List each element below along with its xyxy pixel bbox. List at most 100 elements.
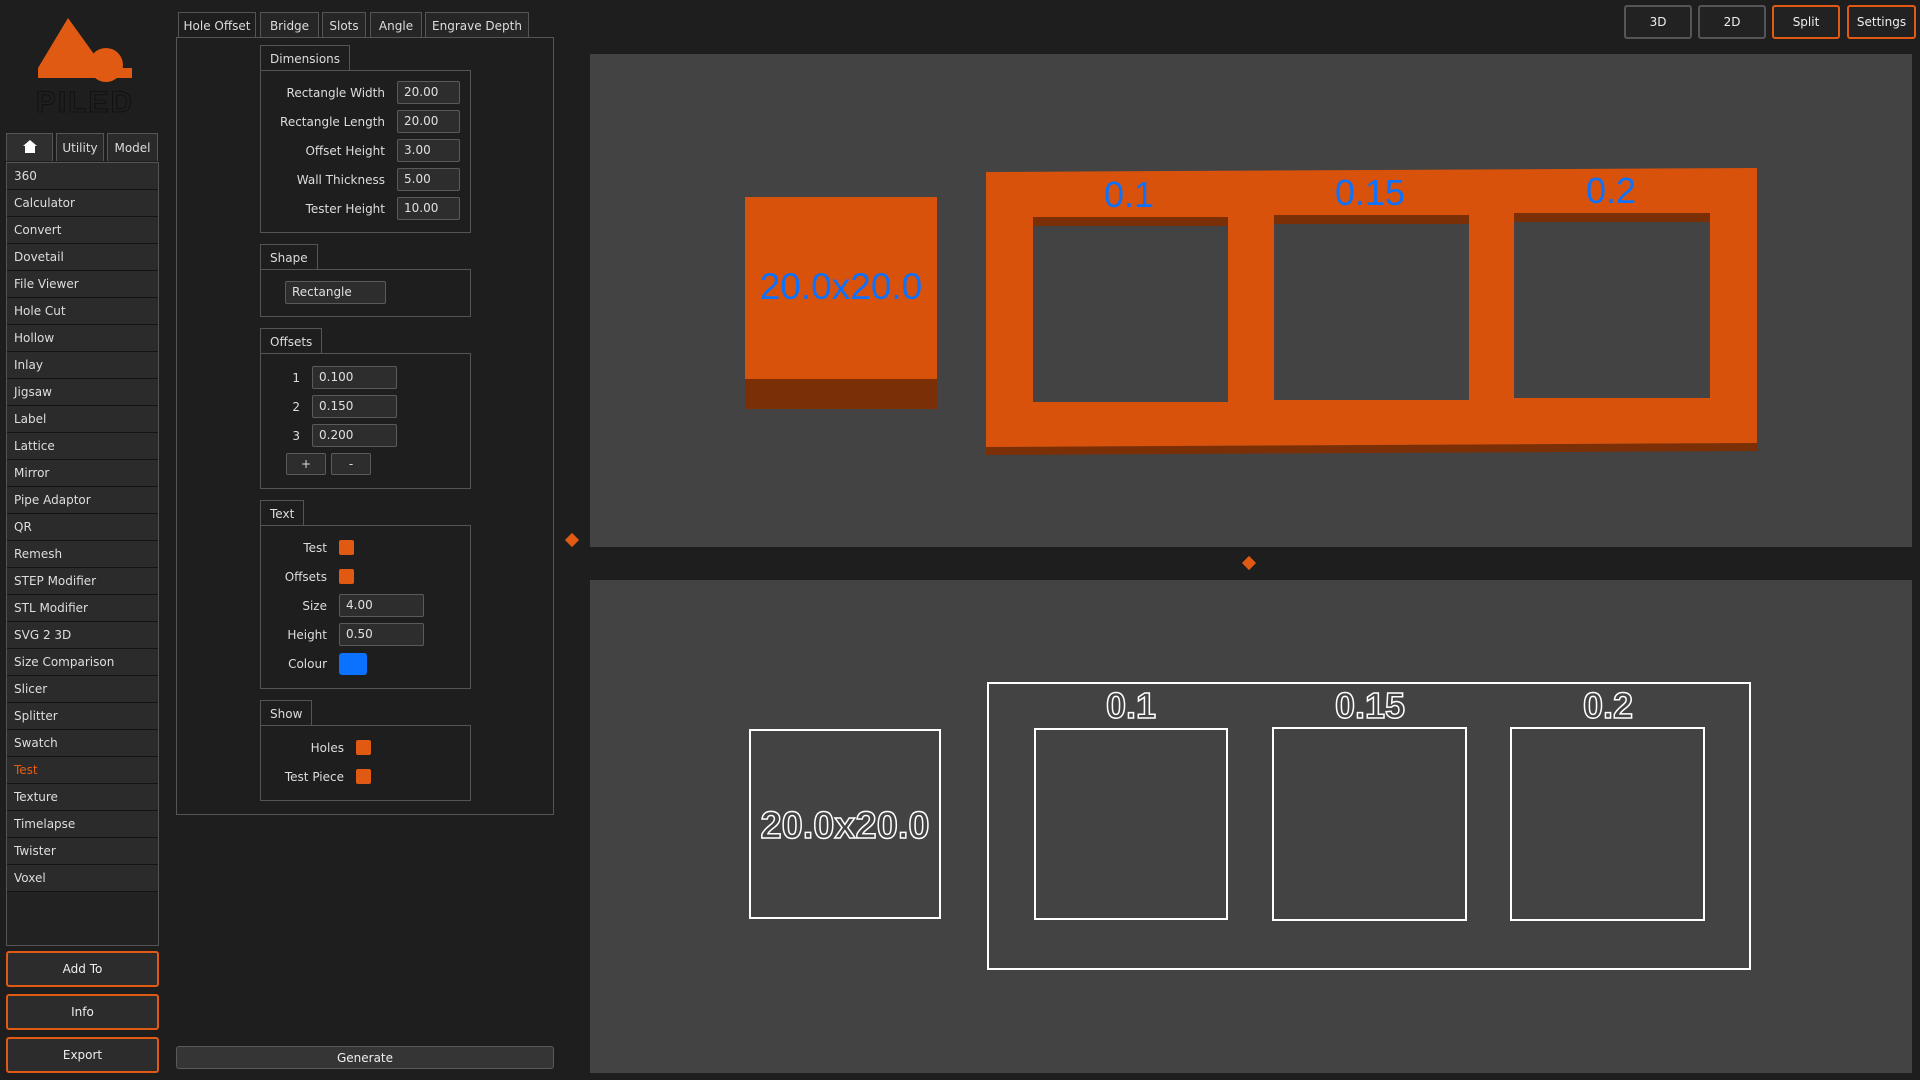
tool-item-dovetail[interactable]: Dovetail bbox=[7, 244, 158, 271]
offset-height-field[interactable]: 3.00 bbox=[397, 139, 460, 162]
view-3d-button[interactable]: 3D bbox=[1624, 5, 1692, 39]
tool-item-size-comparison[interactable]: Size Comparison bbox=[7, 649, 158, 676]
offset-field[interactable]: 0.200 bbox=[312, 424, 397, 447]
viewport-3d[interactable]: 20.0x20.0 0.1 0.15 0.2 bbox=[590, 54, 1912, 547]
tab-hole-offset[interactable]: Hole Offset bbox=[178, 12, 256, 38]
offsets-title: Offsets bbox=[260, 328, 323, 354]
tool-item-test[interactable]: Test bbox=[7, 757, 158, 784]
offset-tester-3d: 0.1 0.15 0.2 bbox=[986, 168, 1757, 455]
show-group bbox=[260, 725, 471, 801]
tool-item-svg-2-3d[interactable]: SVG 2 3D bbox=[7, 622, 158, 649]
text-size-field[interactable]: 4.00 bbox=[339, 594, 424, 617]
tool-item-hollow[interactable]: Hollow bbox=[7, 325, 158, 352]
text-height-label: Height bbox=[287, 628, 327, 642]
tester-height-label: Tester Height bbox=[305, 202, 385, 216]
offset-label-2d: 0.2 bbox=[1583, 685, 1633, 726]
generate-button[interactable]: Generate bbox=[176, 1046, 554, 1069]
tool-item-timelapse[interactable]: Timelapse bbox=[7, 811, 158, 838]
tab-home[interactable] bbox=[6, 133, 53, 161]
tool-item-stl-modifier[interactable]: STL Modifier bbox=[7, 595, 158, 622]
tool-item-qr[interactable]: QR bbox=[7, 514, 158, 541]
test-piece-3d: 20.0x20.0 bbox=[745, 197, 937, 409]
settings-button[interactable]: Settings bbox=[1847, 5, 1916, 39]
tool-list: 360 Calculator Convert Dovetail File Viewer H… bbox=[6, 162, 159, 946]
viewport-2d[interactable]: 20.0x20.0 0.1 0.15 0.2 bbox=[590, 580, 1912, 1073]
show-title: Show bbox=[260, 700, 313, 726]
info-button[interactable]: Info bbox=[6, 994, 159, 1030]
offset-label-2d: 0.15 bbox=[1335, 685, 1405, 726]
tab-utility[interactable]: Utility bbox=[56, 133, 104, 161]
tool-item-step-modifier[interactable]: STEP Modifier bbox=[7, 568, 158, 595]
tab-model[interactable]: Model bbox=[107, 133, 158, 161]
text-title: Text bbox=[260, 500, 305, 526]
tool-item-inlay[interactable]: Inlay bbox=[7, 352, 158, 379]
rectangle-length-field[interactable]: 20.00 bbox=[397, 110, 460, 133]
tool-item-pipe-adaptor[interactable]: Pipe Adaptor bbox=[7, 487, 158, 514]
offset-index: 1 bbox=[292, 371, 300, 385]
test-piece-label-2d: 20.0x20.0 bbox=[760, 805, 929, 847]
tab-engrave-depth[interactable]: Engrave Depth bbox=[425, 12, 529, 38]
text-colour-label: Colour bbox=[288, 657, 327, 671]
offsets-text-label: Offsets bbox=[284, 570, 327, 584]
remove-offset-button[interactable]: - bbox=[331, 453, 371, 475]
wall-thickness-field[interactable]: 5.00 bbox=[397, 168, 460, 191]
hole-outline bbox=[1510, 727, 1705, 921]
text-height-field[interactable]: 0.50 bbox=[339, 623, 424, 646]
text-size-label: Size bbox=[302, 599, 327, 613]
test-text-label: Test bbox=[303, 541, 327, 555]
tool-item-texture[interactable]: Texture bbox=[7, 784, 158, 811]
tool-item-slicer[interactable]: Slicer bbox=[7, 676, 158, 703]
tool-item-twister[interactable]: Twister bbox=[7, 838, 158, 865]
tool-item-convert[interactable]: Convert bbox=[7, 217, 158, 244]
rectangle-width-field[interactable]: 20.00 bbox=[397, 81, 460, 104]
shape-select[interactable]: Rectangle bbox=[285, 281, 386, 304]
test-piece-label: Test Piece bbox=[284, 770, 344, 784]
test-text-checkbox[interactable] bbox=[339, 540, 354, 555]
export-button[interactable]: Export bbox=[6, 1037, 159, 1073]
text-colour-swatch[interactable] bbox=[339, 653, 367, 675]
piled-logo: PILED bbox=[20, 10, 140, 122]
rectangle-width-label: Rectangle Width bbox=[286, 86, 385, 100]
offset-index: 2 bbox=[292, 400, 300, 414]
offset-field[interactable]: 0.100 bbox=[312, 366, 397, 389]
tab-angle[interactable]: Angle bbox=[370, 12, 422, 38]
view-2d-button[interactable]: 2D bbox=[1698, 5, 1766, 39]
tool-item-calculator[interactable]: Calculator bbox=[7, 190, 158, 217]
tool-item-voxel[interactable]: Voxel bbox=[7, 865, 158, 892]
shape-title: Shape bbox=[260, 244, 318, 270]
test-piece-checkbox[interactable] bbox=[356, 769, 371, 784]
test-piece-label-3d: 20.0x20.0 bbox=[760, 266, 923, 307]
hole-outline bbox=[1272, 727, 1467, 921]
logo-text: PILED bbox=[36, 86, 134, 119]
add-offset-button[interactable]: + bbox=[286, 453, 326, 475]
tool-item-jigsaw[interactable]: Jigsaw bbox=[7, 379, 158, 406]
tool-item-lattice[interactable]: Lattice bbox=[7, 433, 158, 460]
offset-label-2d: 0.1 bbox=[1106, 685, 1156, 726]
tool-item-swatch[interactable]: Swatch bbox=[7, 730, 158, 757]
offsets-text-checkbox[interactable] bbox=[339, 569, 354, 584]
offset-label-3d: 0.1 bbox=[1104, 174, 1154, 215]
tool-item-splitter[interactable]: Splitter bbox=[7, 703, 158, 730]
tool-item-file-viewer[interactable]: File Viewer bbox=[7, 271, 158, 298]
horizontal-splitter-handle[interactable] bbox=[1241, 555, 1257, 571]
hole-outline bbox=[1034, 728, 1228, 920]
offset-field[interactable]: 0.150 bbox=[312, 395, 397, 418]
tab-slots[interactable]: Slots bbox=[322, 12, 366, 38]
home-icon bbox=[22, 139, 37, 156]
add-to-button[interactable]: Add To bbox=[6, 951, 159, 987]
vertical-splitter-handle[interactable] bbox=[564, 532, 580, 548]
tab-bridge[interactable]: Bridge bbox=[260, 12, 319, 38]
tool-item-360[interactable]: 360 bbox=[7, 163, 158, 190]
tool-item-mirror[interactable]: Mirror bbox=[7, 460, 158, 487]
wall-thickness-label: Wall Thickness bbox=[296, 173, 385, 187]
tool-item-hole-cut[interactable]: Hole Cut bbox=[7, 298, 158, 325]
rectangle-length-label: Rectangle Length bbox=[280, 115, 385, 129]
view-split-button[interactable]: Split bbox=[1772, 5, 1840, 39]
holes-checkbox[interactable] bbox=[356, 740, 371, 755]
tool-item-label[interactable]: Label bbox=[7, 406, 158, 433]
tool-item-remesh[interactable]: Remesh bbox=[7, 541, 158, 568]
offset-height-label: Offset Height bbox=[305, 144, 385, 158]
offset-label-3d: 0.15 bbox=[1335, 172, 1405, 213]
offset-index: 3 bbox=[292, 429, 300, 443]
tester-height-field[interactable]: 10.00 bbox=[397, 197, 460, 220]
